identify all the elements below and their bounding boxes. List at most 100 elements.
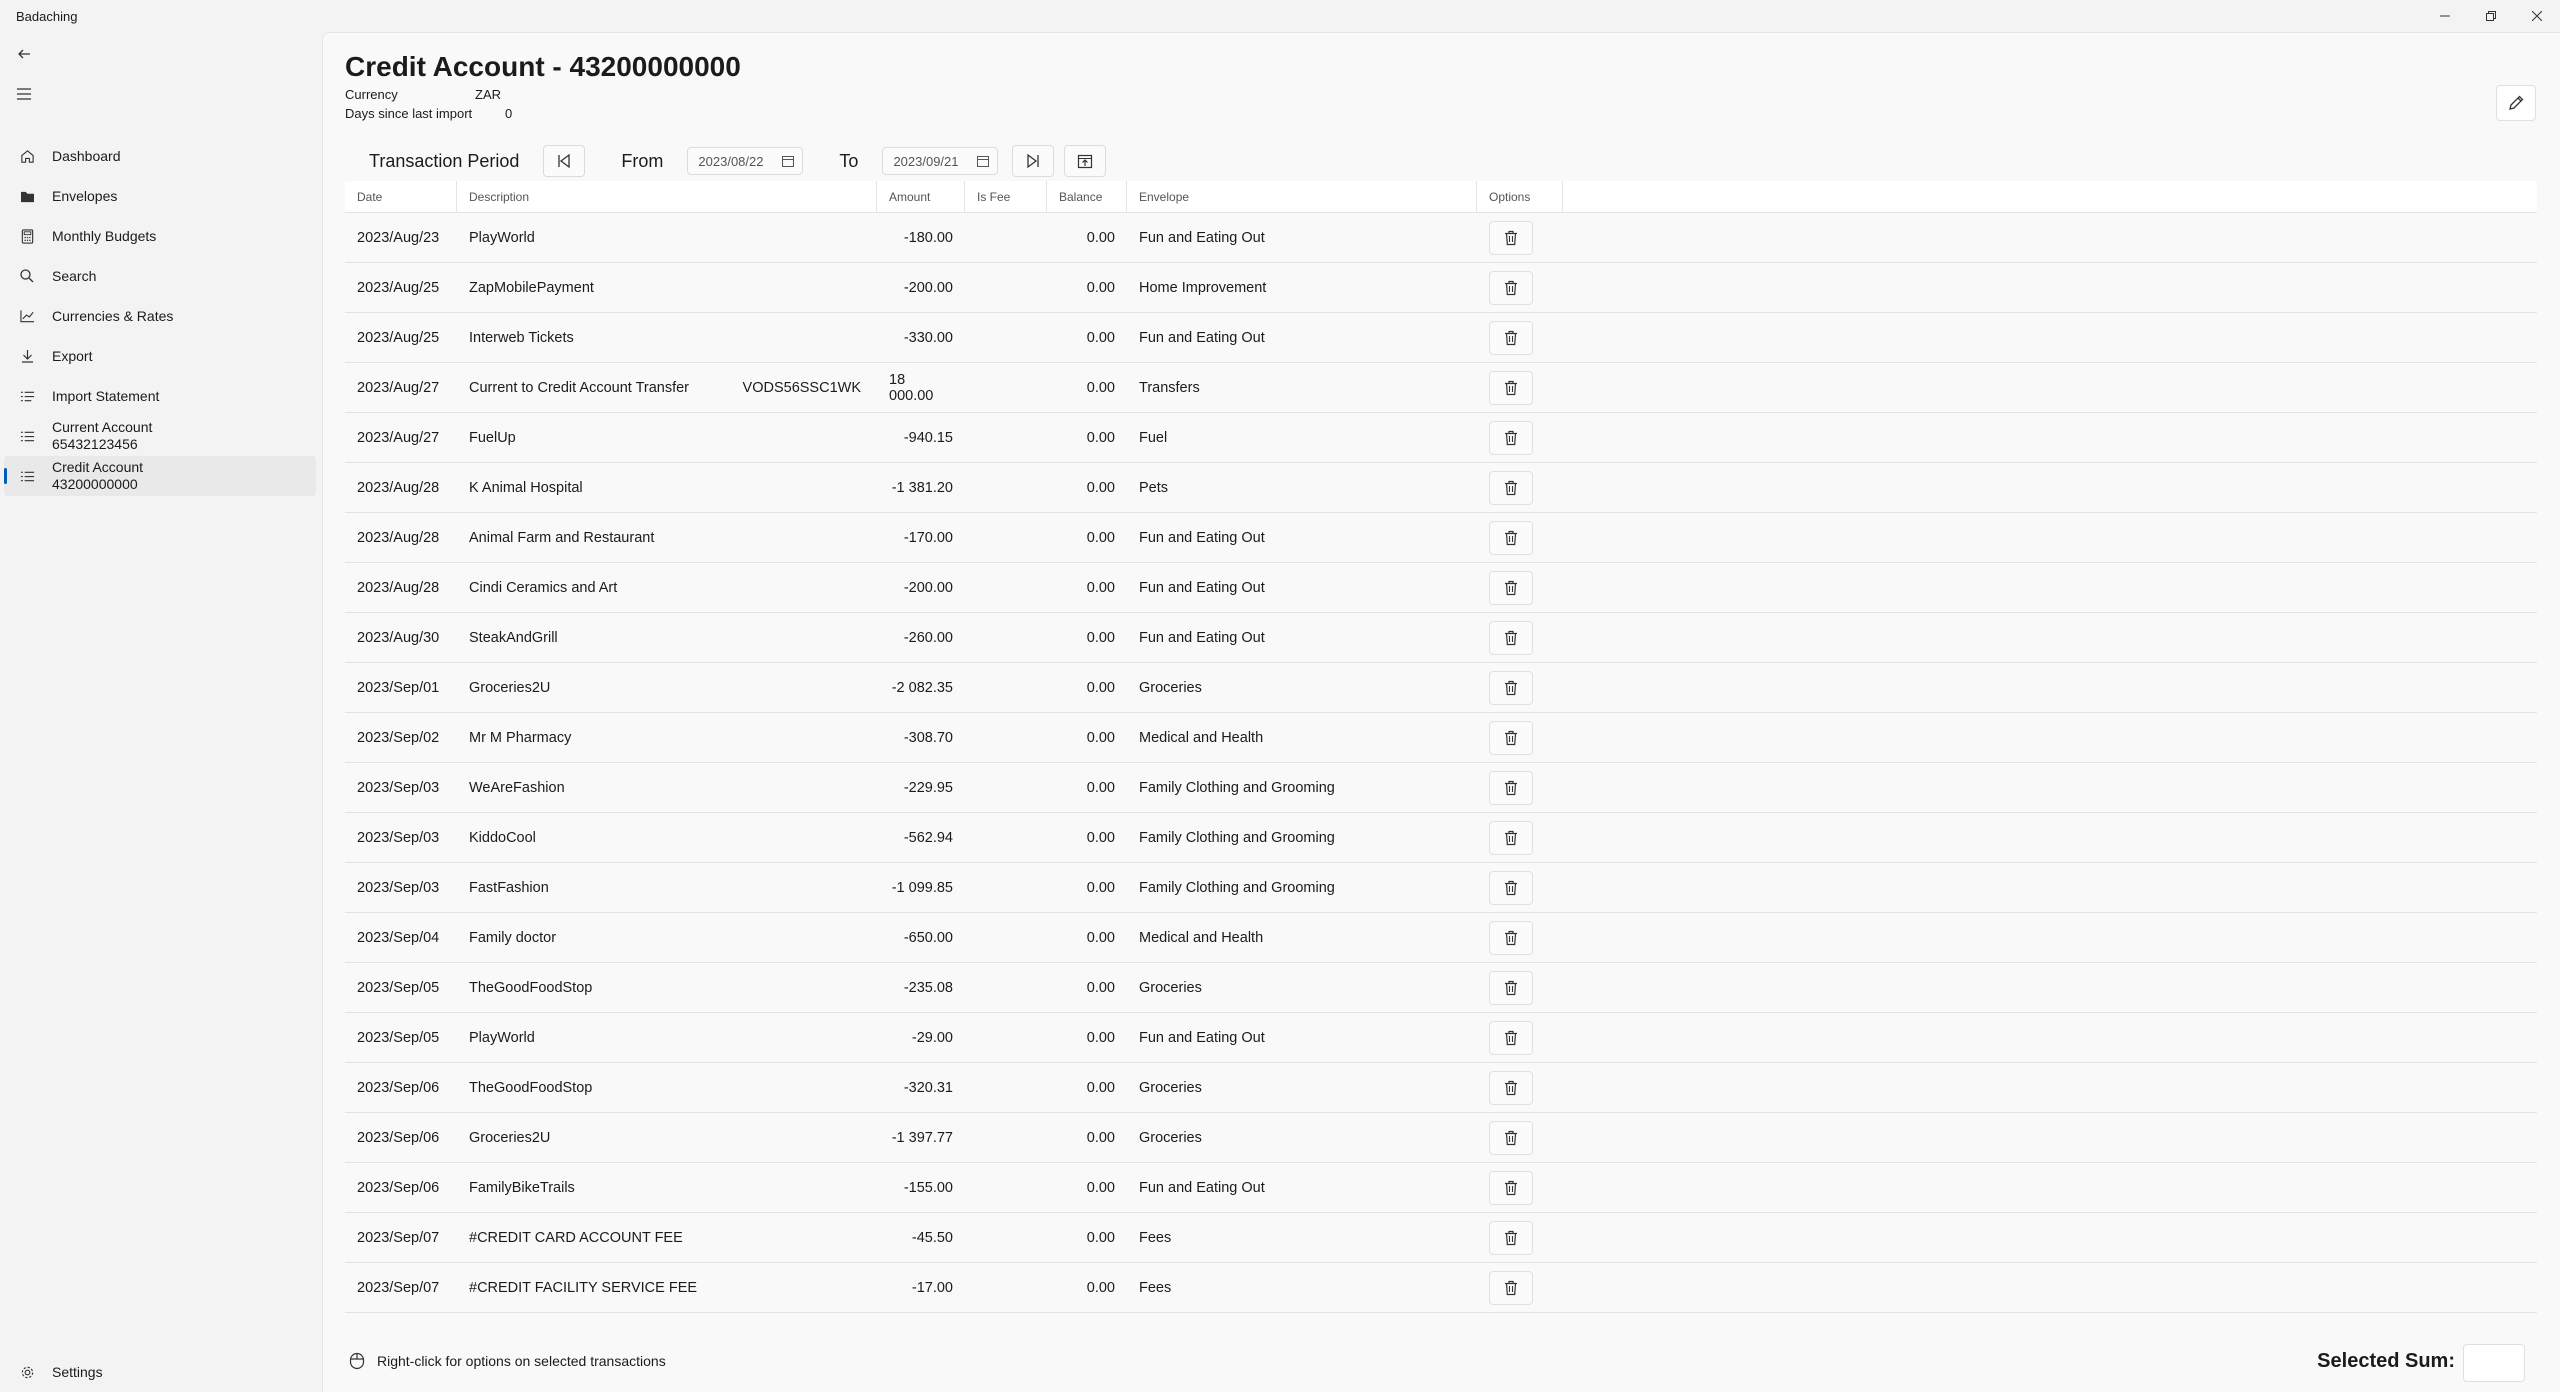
skip-forward-icon	[1027, 153, 1040, 169]
table-row[interactable]: 2023/Sep/05 TheGoodFoodStop -235.08 0.00…	[345, 963, 2537, 1013]
delete-transaction-button[interactable]	[1489, 1120, 1533, 1155]
table-row[interactable]: 2023/Sep/03 FastFashion -1 099.85 0.00 F…	[345, 863, 2537, 913]
cell-amount: 18 000.00	[889, 371, 934, 404]
table-row[interactable]: 2023/Aug/30 SteakAndGrill -260.00 0.00 F…	[345, 613, 2537, 663]
nav-item-import-statement[interactable]: Import Statement	[4, 376, 316, 416]
table-row[interactable]: 2023/Aug/23 PlayWorld -180.00 0.00 Fun a…	[345, 213, 2537, 263]
column-header-balance[interactable]: Balance	[1047, 180, 1127, 213]
delete-transaction-button[interactable]	[1489, 1020, 1533, 1055]
cell-envelope: Groceries	[1139, 679, 1202, 696]
cell-balance: 0.00	[1086, 729, 1115, 746]
cell-is-fee	[965, 313, 1047, 363]
nav-item-currencies-rates[interactable]: Currencies & Rates	[4, 296, 316, 336]
delete-transaction-button[interactable]	[1489, 470, 1533, 505]
minimize-button[interactable]	[2422, 0, 2468, 32]
trash-icon	[1505, 230, 1517, 245]
calendar-range-button[interactable]	[1064, 145, 1107, 177]
delete-transaction-button[interactable]	[1489, 970, 1533, 1005]
nav-item-monthly-budgets[interactable]: Monthly Budgets	[4, 216, 316, 256]
first-period-button[interactable]	[543, 145, 586, 177]
table-row[interactable]: 2023/Aug/25 Interweb Tickets -330.00 0.0…	[345, 313, 2537, 363]
cell-date: 2023/Aug/27	[357, 429, 440, 446]
nav-item-settings[interactable]: Settings	[4, 1352, 316, 1392]
table-row[interactable]: 2023/Sep/06 TheGoodFoodStop -320.31 0.00…	[345, 1063, 2537, 1113]
table-row[interactable]: 2023/Aug/25 ZapMobilePayment -200.00 0.0…	[345, 263, 2537, 313]
delete-transaction-button[interactable]	[1489, 920, 1533, 955]
cell-date: 2023/Sep/05	[357, 979, 440, 996]
table-row[interactable]: 2023/Sep/02 Mr M Pharmacy -308.70 0.00 M…	[345, 713, 2537, 763]
table-row[interactable]: 2023/Sep/05 PlayWorld -29.00 0.00 Fun an…	[345, 1013, 2537, 1063]
footer-bar: Right-click for options on selected tran…	[323, 1332, 2560, 1392]
table-row[interactable]: 2023/Aug/28 Animal Farm and Restaurant -…	[345, 513, 2537, 563]
delete-transaction-button[interactable]	[1489, 1220, 1533, 1255]
delete-transaction-button[interactable]	[1489, 1170, 1533, 1205]
table-row[interactable]: 2023/Sep/03 WeAreFashion -229.95 0.00 Fa…	[345, 763, 2537, 813]
column-header-description[interactable]: Description	[457, 180, 877, 213]
last-period-button[interactable]	[1012, 145, 1055, 177]
description-text: Groceries2U	[469, 679, 551, 696]
table-row[interactable]: 2023/Sep/04 Family doctor -650.00 0.00 M…	[345, 913, 2537, 963]
column-header-date[interactable]: Date	[345, 180, 457, 213]
delete-transaction-button[interactable]	[1489, 370, 1533, 405]
table-row[interactable]: 2023/Aug/27 FuelUp -940.15 0.00 Fuel	[345, 413, 2537, 463]
delete-transaction-button[interactable]	[1489, 220, 1533, 255]
delete-transaction-button[interactable]	[1489, 1070, 1533, 1105]
table-row[interactable]: 2023/Sep/06 FamilyBikeTrails -155.00 0.0…	[345, 1163, 2537, 1213]
cell-envelope: Groceries	[1139, 1129, 1202, 1146]
nav-item-dashboard[interactable]: Dashboard	[4, 136, 316, 176]
cell-balance: 0.00	[1086, 1079, 1115, 1096]
nav-label: Export	[52, 348, 93, 364]
delete-transaction-button[interactable]	[1489, 1270, 1533, 1305]
delete-transaction-button[interactable]	[1489, 320, 1533, 355]
cell-description: #CREDIT FACILITY SERVICE FEE	[457, 1263, 877, 1313]
column-header-envelope[interactable]: Envelope	[1127, 180, 1477, 213]
table-row[interactable]: 2023/Sep/01 Groceries2U -2 082.35 0.00 G…	[345, 663, 2537, 713]
table-row[interactable]: 2023/Sep/07 #CREDIT FACILITY SERVICE FEE…	[345, 1263, 2537, 1313]
cell-is-fee	[965, 1113, 1047, 1163]
delete-transaction-button[interactable]	[1489, 720, 1533, 755]
nav-item-export[interactable]: Export	[4, 336, 316, 376]
delete-transaction-button[interactable]	[1489, 270, 1533, 305]
search-icon	[18, 267, 36, 285]
nav-item-current-account[interactable]: Current Account 65432123456	[4, 416, 316, 456]
window-controls	[2422, 0, 2560, 32]
cell-envelope: Family Clothing and Grooming	[1139, 879, 1335, 896]
delete-transaction-button[interactable]	[1489, 670, 1533, 705]
table-row[interactable]: 2023/Sep/03 KiddoCool -562.94 0.00 Famil…	[345, 813, 2537, 863]
days-since-import-label: Days since last import	[345, 106, 473, 121]
cell-is-fee	[965, 563, 1047, 613]
menu-toggle-button[interactable]	[10, 80, 38, 108]
delete-transaction-button[interactable]	[1489, 420, 1533, 455]
nav-item-search[interactable]: Search	[4, 256, 316, 296]
column-header-is-fee[interactable]: Is Fee	[965, 180, 1047, 213]
close-button[interactable]	[2514, 0, 2560, 32]
cell-amount: -45.50	[911, 1229, 953, 1246]
table-row[interactable]: 2023/Sep/07 #CREDIT CARD ACCOUNT FEE -45…	[345, 1213, 2537, 1263]
column-header-amount[interactable]: Amount	[877, 180, 965, 213]
account-name: Credit Account	[52, 459, 144, 475]
edit-account-button[interactable]	[2496, 85, 2536, 121]
cell-amount: -330.00	[903, 329, 953, 346]
to-date-picker[interactable]: 2023/09/21	[882, 147, 999, 175]
delete-transaction-button[interactable]	[1489, 770, 1533, 805]
trash-icon	[1505, 1180, 1517, 1195]
nav-label: Monthly Budgets	[52, 228, 157, 244]
table-row[interactable]: 2023/Aug/28 Cindi Ceramics and Art -200.…	[345, 563, 2537, 613]
delete-transaction-button[interactable]	[1489, 870, 1533, 905]
table-row[interactable]: 2023/Sep/06 Groceries2U -1 397.77 0.00 G…	[345, 1113, 2537, 1163]
from-date-picker[interactable]: 2023/08/22	[687, 147, 804, 175]
restore-button[interactable]	[2468, 0, 2514, 32]
calendar-arrow-icon	[1078, 154, 1093, 169]
column-header-options[interactable]: Options	[1477, 180, 1563, 213]
table-row[interactable]: 2023/Aug/28 K Animal Hospital -1 381.20 …	[345, 463, 2537, 513]
delete-transaction-button[interactable]	[1489, 570, 1533, 605]
nav-item-credit-account[interactable]: Credit Account 43200000000	[4, 456, 316, 496]
delete-transaction-button[interactable]	[1489, 520, 1533, 555]
delete-transaction-button[interactable]	[1489, 620, 1533, 655]
delete-transaction-button[interactable]	[1489, 820, 1533, 855]
cell-options	[1477, 763, 1563, 813]
back-button[interactable]	[10, 40, 38, 68]
table-row[interactable]: 2023/Aug/27 Current to Credit Account Tr…	[345, 363, 2537, 413]
nav-item-envelopes[interactable]: Envelopes	[4, 176, 316, 216]
cell-balance: 0.00	[1086, 429, 1115, 446]
